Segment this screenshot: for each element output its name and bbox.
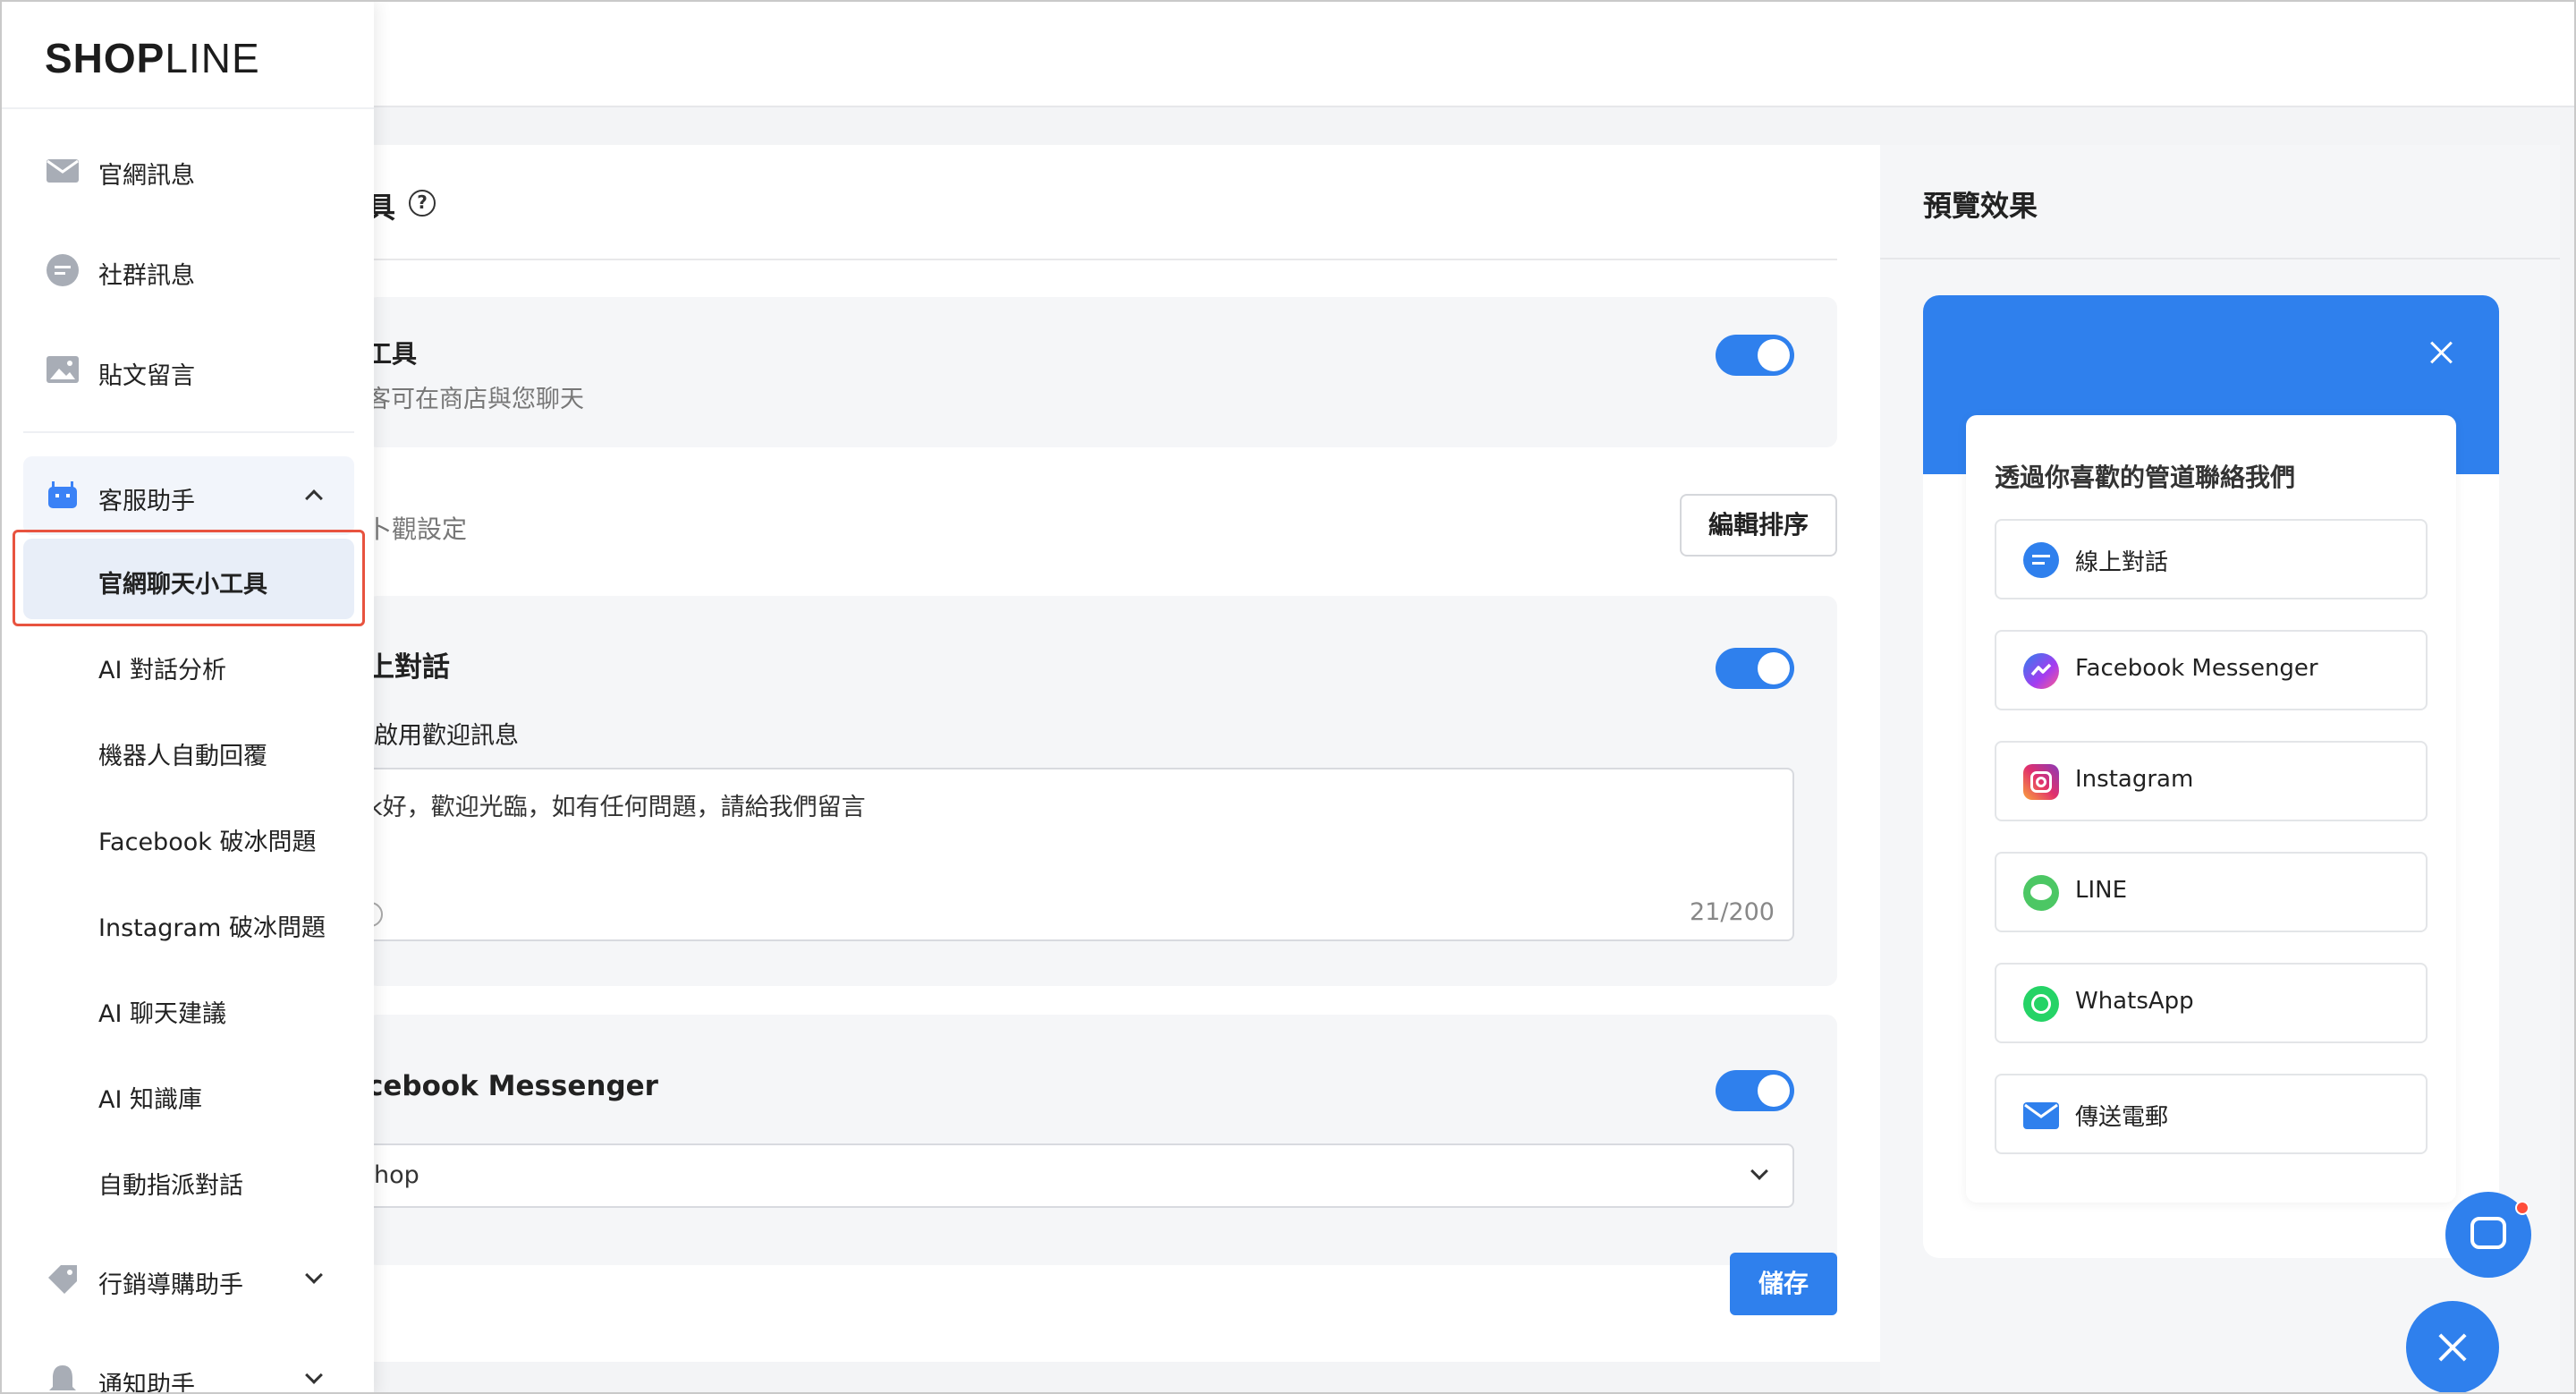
sidebar-item-label: 行銷導購助手 [98,1271,243,1299]
channel-line[interactable]: LINE [1995,852,2428,932]
sidebar-item-label: AI 對話分析 [98,657,227,684]
sidebar-item-label: 機器人自動回覆 [98,743,267,770]
sidebar-item-site-messages[interactable]: 官網訊息 [23,134,354,206]
tag-icon [48,1265,77,1294]
edit-order-button[interactable]: 編輯排序 [1680,494,1837,557]
sidebar-item-label: AI 聊天建議 [98,1000,227,1028]
sidebar-item-facebook-icebreakers[interactable]: Facebook 破冰問題 [23,796,354,877]
preview-divider [1880,258,2560,259]
instagram-icon [2023,764,2059,800]
welcome-message-textarea[interactable]: k好，歡迎光臨，如有任何問題，請給我們留言 21/200 [358,768,1794,941]
chat-tool-toggle[interactable] [1716,335,1794,376]
sidebar-item-ai-chat-suggestions[interactable]: AI 聊天建議 [23,968,354,1049]
channel-label: LINE [2075,877,2128,904]
chat-launcher-button[interactable] [2445,1192,2531,1278]
whatsapp-icon [2023,986,2059,1022]
help-icon[interactable]: ? [409,190,436,217]
char-counter: 21/200 [1690,898,1775,926]
sidebar-item-label: 官網訊息 [98,162,195,190]
chevron-down-icon [305,1366,323,1384]
chevron-up-icon [305,489,323,507]
highlight-annotation [13,530,365,626]
notification-dot [2515,1201,2529,1215]
email-icon [2023,1102,2059,1129]
sidebar-group-notification-assistant[interactable]: 通知助手 [23,1344,354,1394]
sidebar-item-label: 自動指派對話 [98,1172,243,1200]
live-chat-title: 上對話 [367,651,450,684]
selected-page: hop [374,1161,419,1189]
sidebar-item-post-comments[interactable]: 貼文留言 [23,335,354,406]
line-icon [2023,875,2059,911]
welcome-message-text: k好，歡迎光臨，如有任何問題，請給我們留言 [369,794,866,821]
preview-title: 預覽效果 [1923,189,2038,223]
live-chat-icon [2023,542,2059,578]
chat-tool-card: 工具 客可在商店與您聊天 [367,297,1837,447]
channel-label: Facebook Messenger [2075,655,2318,682]
logo-text-light: LINE [165,35,260,81]
sidebar-item-social-messages[interactable]: 社群訊息 [23,234,354,306]
title-divider [367,259,1837,260]
messenger-title: cebook Messenger [367,1070,658,1102]
sidebar-group-marketing-assistant[interactable]: 行銷導購助手 [23,1244,354,1315]
messenger-card: cebook Messenger [367,1015,1837,1265]
close-icon[interactable] [2429,340,2454,365]
robot-icon [48,481,77,508]
top-bar [2,2,2574,107]
widget-heading: 透過你喜歡的管道聯絡我們 [1995,463,2296,492]
sidebar-item-auto-assign[interactable]: 自動指派對話 [23,1140,354,1220]
sidebar-item-label: AI 知識庫 [98,1086,203,1114]
sidebar-item-label: Instagram 破冰問題 [98,914,326,942]
sidebar-item-instagram-icebreakers[interactable]: Instagram 破冰問題 [23,882,354,963]
image-post-icon [47,356,79,383]
channel-label: Instagram [2075,766,2194,793]
channel-email[interactable]: 傳送電郵 [1995,1074,2428,1154]
sidebar-item-label: 通知助手 [98,1372,195,1394]
app-window: 具 ? 工具 客可在商店與您聊天 卜觀設定 編輯排序 上對話 啟用歡迎訊息 k好… [0,0,2576,1394]
messenger-icon [2023,653,2059,689]
live-chat-toggle[interactable] [1716,648,1794,689]
close-widget-button[interactable] [2406,1301,2499,1392]
sidebar-item-label: 貼文留言 [98,362,195,390]
channel-label: WhatsApp [2075,988,2194,1015]
messenger-toggle[interactable] [1716,1070,1794,1111]
shopline-logo[interactable]: SHOPLINE [45,34,260,82]
messenger-page-select[interactable]: hop [367,1143,1794,1208]
chat-bubble-icon [47,254,79,286]
save-button[interactable]: 儲存 [1730,1253,1837,1315]
chevron-down-icon [305,1266,323,1284]
logo-text-bold: SHOP [45,35,165,81]
sidebar-item-label: 客服助手 [98,488,195,515]
channel-facebook-messenger[interactable]: Facebook Messenger [1995,630,2428,710]
bell-icon [49,1365,76,1390]
sidebar-item-ai-analysis[interactable]: AI 對話分析 [23,625,354,705]
sidebar-group-customer-service[interactable]: 客服助手 [23,456,354,535]
sidebar: SHOPLINE 官網訊息 社群訊息 貼文留言 客服助手 官網聊天小工具 AI … [2,2,374,1394]
mail-icon [47,159,79,183]
sidebar-item-label: 社群訊息 [98,262,195,290]
sidebar-item-bot-auto-reply[interactable]: 機器人自動回覆 [23,710,354,791]
channel-whatsapp[interactable]: WhatsApp [1995,963,2428,1043]
chevron-down-icon [1750,1162,1768,1180]
welcome-message-label: 啟用歡迎訊息 [374,722,519,750]
sidebar-item-ai-knowledge-base[interactable]: AI 知識庫 [23,1054,354,1135]
tool-description: 客可在商店與您聊天 [367,386,584,413]
chat-bubble-icon [2470,1217,2506,1249]
appearance-settings-label: 卜觀設定 [367,514,468,544]
channel-label: 線上對話 [2075,549,2169,576]
sidebar-item-label: Facebook 破冰問題 [98,829,317,856]
channel-label: 傳送電郵 [2075,1104,2169,1131]
channel-live-chat[interactable]: 線上對話 [1995,519,2428,599]
tool-title: 工具 [367,339,418,369]
logo-divider [2,107,374,109]
channel-instagram[interactable]: Instagram [1995,741,2428,821]
sidebar-divider [23,431,354,433]
